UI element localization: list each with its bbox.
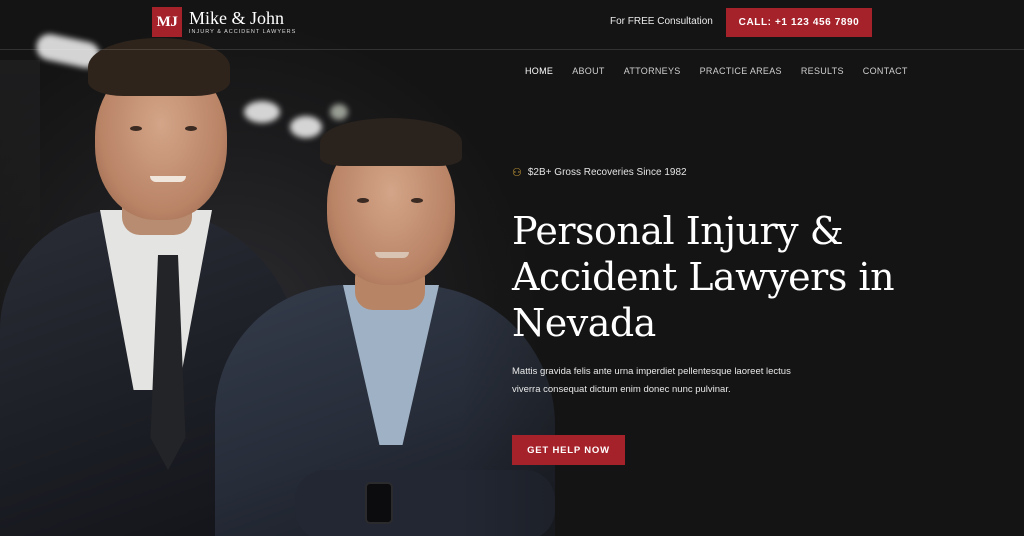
hero-description: Mattis gravida felis ante urna imperdiet… xyxy=(512,366,791,395)
nav-item-contact[interactable]: CONTACT xyxy=(863,66,908,76)
nav-item-attorneys[interactable]: ATTORNEYS xyxy=(624,66,681,76)
main-nav: HOME ABOUT ATTORNEYS PRACTICE AREAS RESU… xyxy=(525,66,927,76)
logo-text: Mike & John INJURY & ACCIDENT LAWYERS xyxy=(189,9,296,35)
badge-text: $2B+ Gross Recoveries Since 1982 xyxy=(527,167,687,178)
get-help-button[interactable]: GET HELP NOW xyxy=(512,435,625,465)
site-header: MJ Mike & John INJURY & ACCIDENT LAWYERS… xyxy=(0,0,1024,50)
brand-tagline: INJURY & ACCIDENT LAWYERS xyxy=(189,29,297,35)
brand-logo[interactable]: MJ Mike & John INJURY & ACCIDENT LAWYERS xyxy=(152,7,296,37)
brand-name: Mike & John xyxy=(189,8,285,28)
nav-item-results[interactable]: RESULTS xyxy=(801,66,844,76)
consultation-text: For FREE Consultation xyxy=(610,16,713,27)
medal-icon: ⚇ xyxy=(512,167,522,179)
logo-mark-icon: MJ xyxy=(152,7,182,37)
hero-title: Personal Injury & Accident Lawyers in Ne… xyxy=(512,209,895,345)
hero-section: MJ Mike & John INJURY & ACCIDENT LAWYERS… xyxy=(0,0,1024,536)
call-button[interactable]: CALL: +1 123 456 7890 xyxy=(726,8,872,37)
nav-item-practice-areas[interactable]: PRACTICE AREAS xyxy=(700,66,782,76)
nav-item-home[interactable]: HOME xyxy=(525,66,553,76)
recoveries-badge: ⚇ $2B+ Gross Recoveries Since 1982 xyxy=(512,166,687,179)
nav-item-about[interactable]: ABOUT xyxy=(572,66,605,76)
